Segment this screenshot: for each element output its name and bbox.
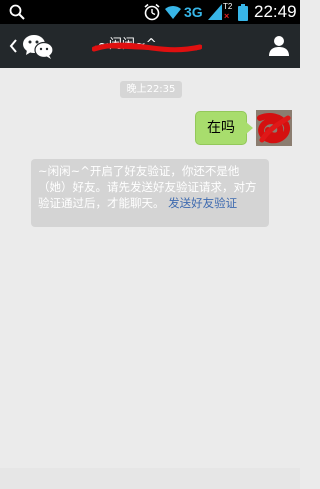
- chat-title: ~闲闲~^: [92, 35, 202, 59]
- system-notice-text: ~闲闲~^开启了好友验证，你还不是他（她）好友。请先发送好友验证请求，对方验证通…: [38, 163, 262, 211]
- wechat-logo-icon: [23, 35, 54, 59]
- alarm-icon: [144, 3, 160, 21]
- status-time: 22:49: [254, 2, 297, 21]
- person-icon: [269, 36, 289, 56]
- sim-no-signal-mark: ×: [224, 11, 230, 21]
- avatar[interactable]: [256, 110, 292, 146]
- signal-icon: [208, 4, 222, 20]
- sim-label: T2: [223, 2, 233, 11]
- chat-screen: 3G T2 × 22:49 ~闲闲~^ 晚上22:35 在吗 ~闲闲~^开启了好…: [0, 0, 300, 489]
- status-bar: 3G T2 × 22:49: [0, 0, 300, 24]
- redaction-scribble: [92, 42, 202, 53]
- wifi-icon: [165, 5, 181, 19]
- contact-profile-button[interactable]: [254, 24, 300, 68]
- redaction-scribble: [256, 110, 292, 146]
- outgoing-message-bubble[interactable]: 在吗: [195, 111, 253, 145]
- back-button[interactable]: [0, 24, 58, 68]
- chat-header: ~闲闲~^: [0, 24, 300, 68]
- network-type-label: 3G: [184, 4, 203, 20]
- chevron-left-icon: [9, 39, 17, 53]
- system-notice: ~闲闲~^开启了好友验证，你还不是他（她）好友。请先发送好友验证请求，对方验证通…: [31, 159, 269, 227]
- send-verification-link[interactable]: 发送好友验证: [168, 196, 237, 210]
- bottom-bar: [0, 468, 300, 489]
- message-timestamp: 晚上22:35: [120, 81, 182, 98]
- battery-icon: [238, 4, 248, 21]
- search-icon: [9, 4, 25, 20]
